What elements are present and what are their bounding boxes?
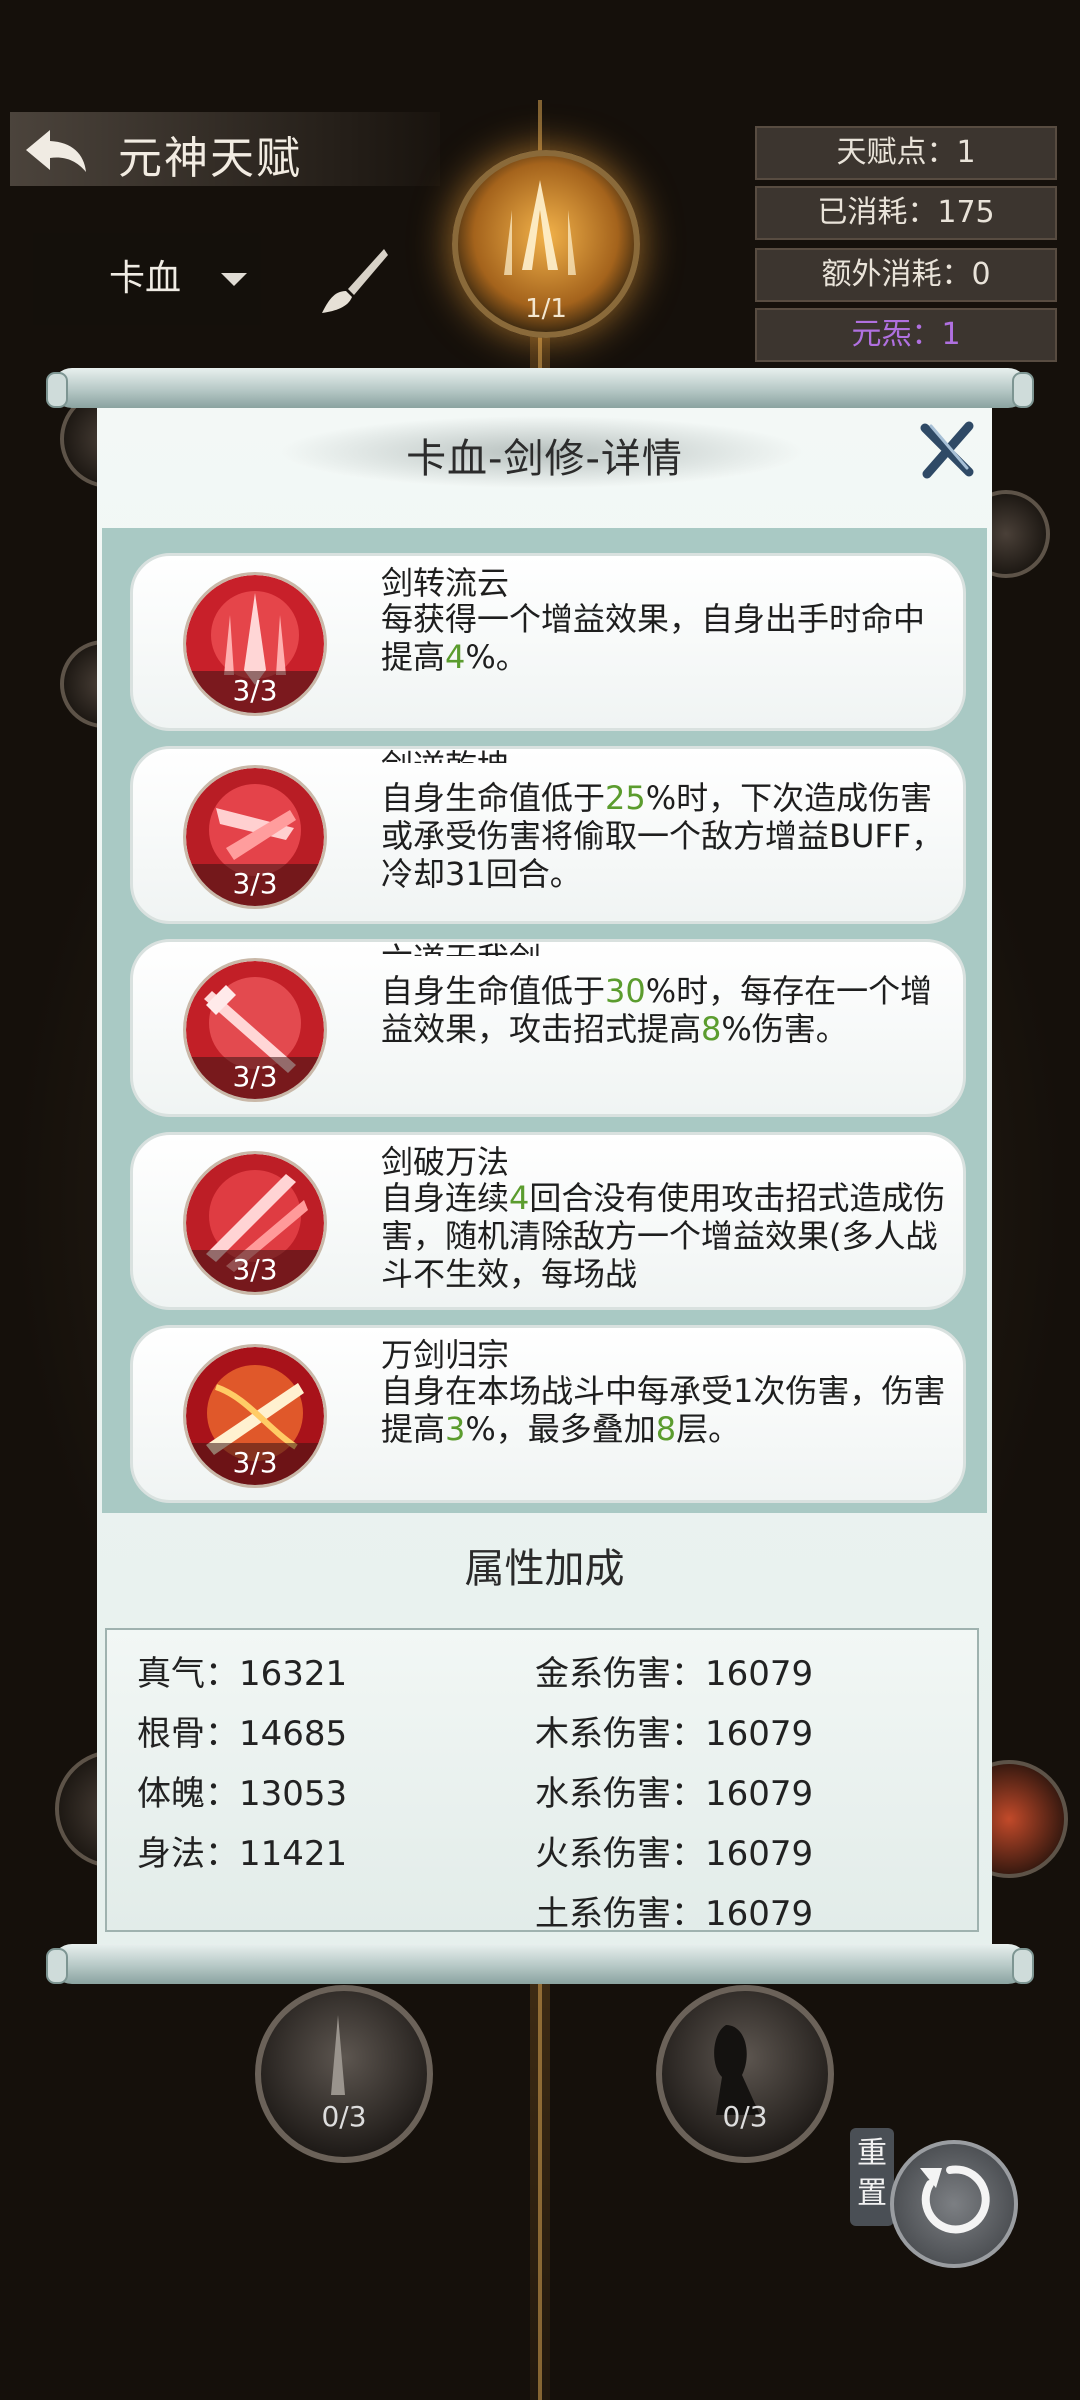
back-arrow-icon [26, 130, 86, 172]
skill-level: 3/3 [186, 1057, 324, 1099]
skill-card-2[interactable]: 3/3 剑逆乾坤 自身生命值低于25%时，下次造成伤害或承受伤害将偷取一个敌方增… [130, 746, 966, 924]
skill-description: 自身生命值低于30%时，每存在一个增益效果，攻击招式提高8%伤害。 [381, 972, 946, 1102]
description-text: 层。 [676, 1410, 741, 1448]
skill-name: 剑逆乾坤 [381, 741, 509, 763]
skill-name: 剑转流云 [381, 564, 510, 602]
skill-description: 每获得一个增益效果，自身出手时命中提高4%。 [381, 600, 946, 714]
skill-icon-2: 3/3 [183, 765, 327, 909]
skill-icon-3: 3/3 [183, 958, 327, 1102]
skill-level: 3/3 [186, 1443, 324, 1485]
node-count: 0/3 [722, 2100, 768, 2133]
brush-icon[interactable] [318, 245, 390, 317]
top-node-count: 1/1 [525, 294, 567, 324]
highlight-value: 25 [605, 779, 646, 817]
attribute-right-3: 水系伤害：16079 [535, 1774, 814, 1814]
skill-card-5[interactable]: 3/3 万剑归宗 自身在本场战斗中每承受1次伤害，伤害提高3%，最多叠加8层。 [130, 1325, 966, 1503]
skill-level: 3/3 [186, 1250, 324, 1292]
skill-name: 剑破万法 [381, 1143, 510, 1181]
dialog-title: 卡血-剑修-详情 [406, 436, 683, 482]
reset-icon [920, 2165, 990, 2234]
skill-description: 自身连续4回合没有使用攻击招式造成伤害，随机清除敌方一个增益效果(多人战斗不生效… [381, 1179, 946, 1293]
description-text: 自身生命值低于 [381, 972, 606, 1010]
skill-card-4[interactable]: 3/3 剑破万法 自身连续4回合没有使用攻击招式造成伤害，随机清除敌方一个增益效… [130, 1132, 966, 1310]
talent-points-stat: 天赋点：1 [755, 126, 1057, 180]
reset-label: 重置 [850, 2128, 894, 2226]
highlight-value: 8 [655, 1410, 677, 1448]
attributes-title: 属性加成 [464, 1546, 625, 1592]
highlight-value: 4 [445, 638, 466, 676]
skill-description: 自身在本场战斗中每承受1次伤害，伤害提高3%，最多叠加8层。 [381, 1372, 946, 1486]
attribute-right-5: 土系伤害：16079 [535, 1894, 814, 1934]
highlight-value: 8 [701, 1010, 722, 1048]
page-title: 元神天赋 [118, 133, 302, 184]
skill-description: 自身生命值低于25%时，下次造成伤害或承受伤害将偷取一个敌方增益BUFF，冷却3… [381, 779, 946, 909]
skill-list[interactable]: 3/3 剑转流云 每获得一个增益效果，自身出手时命中提高4%。 3/3 剑逆乾坤… [102, 528, 987, 1513]
talent-detail-dialog: 卡血-剑修-详情 3/3 剑转流云 每获得一个增益效果，自身出手时命中提高4%。 [97, 408, 992, 1944]
attribute-right-4: 火系伤害：16079 [535, 1834, 814, 1874]
close-icon[interactable] [917, 420, 977, 480]
dropdown-caret-icon [221, 273, 247, 286]
attribute-right-2: 木系伤害：16079 [535, 1714, 814, 1754]
node-count: 0/3 [321, 2100, 367, 2133]
description-text: %伤害。 [721, 1010, 848, 1048]
skill-name: 六道无我剑 [381, 934, 541, 956]
highlight-value: 4 [509, 1179, 530, 1217]
consumed-stat: 已消耗：175 [755, 186, 1057, 240]
scroll-rod-bottom [46, 1944, 1034, 1984]
talent-node-bottom-left[interactable]: 0/3 [255, 1985, 433, 2163]
attribute-left-3: 体魄：13053 [137, 1774, 348, 1814]
skill-icon-1: 3/3 [183, 572, 327, 716]
skill-icon-4: 3/3 [183, 1151, 327, 1295]
skill-name: 万剑归宗 [381, 1336, 510, 1374]
back-button[interactable]: 元神天赋 [10, 112, 440, 186]
description-text: 自身连续 [381, 1179, 510, 1217]
attributes-box: 真气：16321 根骨：14685 体魄：13053 身法：11421 金系伤害… [105, 1628, 979, 1934]
scroll-rod-top [46, 368, 1034, 408]
highlight-value: 30 [605, 972, 646, 1010]
build-dropdown[interactable]: 卡血 [33, 233, 261, 325]
attribute-right-1: 金系伤害：16079 [535, 1654, 814, 1694]
description-text: %，最多叠加 [465, 1410, 656, 1448]
skill-card-3[interactable]: 3/3 六道无我剑 自身生命值低于30%时，每存在一个增益效果，攻击招式提高8%… [130, 939, 966, 1117]
attribute-left-2: 根骨：14685 [137, 1714, 348, 1754]
description-text: 自身生命值低于 [381, 779, 606, 817]
description-text: %。 [465, 638, 528, 676]
top-talent-node[interactable]: 1/1 [452, 150, 640, 338]
skill-level: 3/3 [186, 671, 324, 713]
skill-icon-5: 3/3 [183, 1344, 327, 1488]
build-dropdown-value: 卡血 [109, 258, 182, 299]
attribute-left-4: 身法：11421 [137, 1834, 348, 1874]
extra-consumed-stat: 额外消耗：0 [755, 248, 1057, 302]
reset-button[interactable] [890, 2140, 1018, 2268]
skill-card-1[interactable]: 3/3 剑转流云 每获得一个增益效果，自身出手时命中提高4%。 [130, 553, 966, 731]
highlight-value: 3 [445, 1410, 466, 1448]
talent-node-bottom-right[interactable]: 0/3 [656, 1985, 834, 2163]
skill-level: 3/3 [186, 864, 324, 906]
attribute-left-1: 真气：16321 [137, 1654, 348, 1694]
element-stat: 元炁：1 [755, 308, 1057, 362]
